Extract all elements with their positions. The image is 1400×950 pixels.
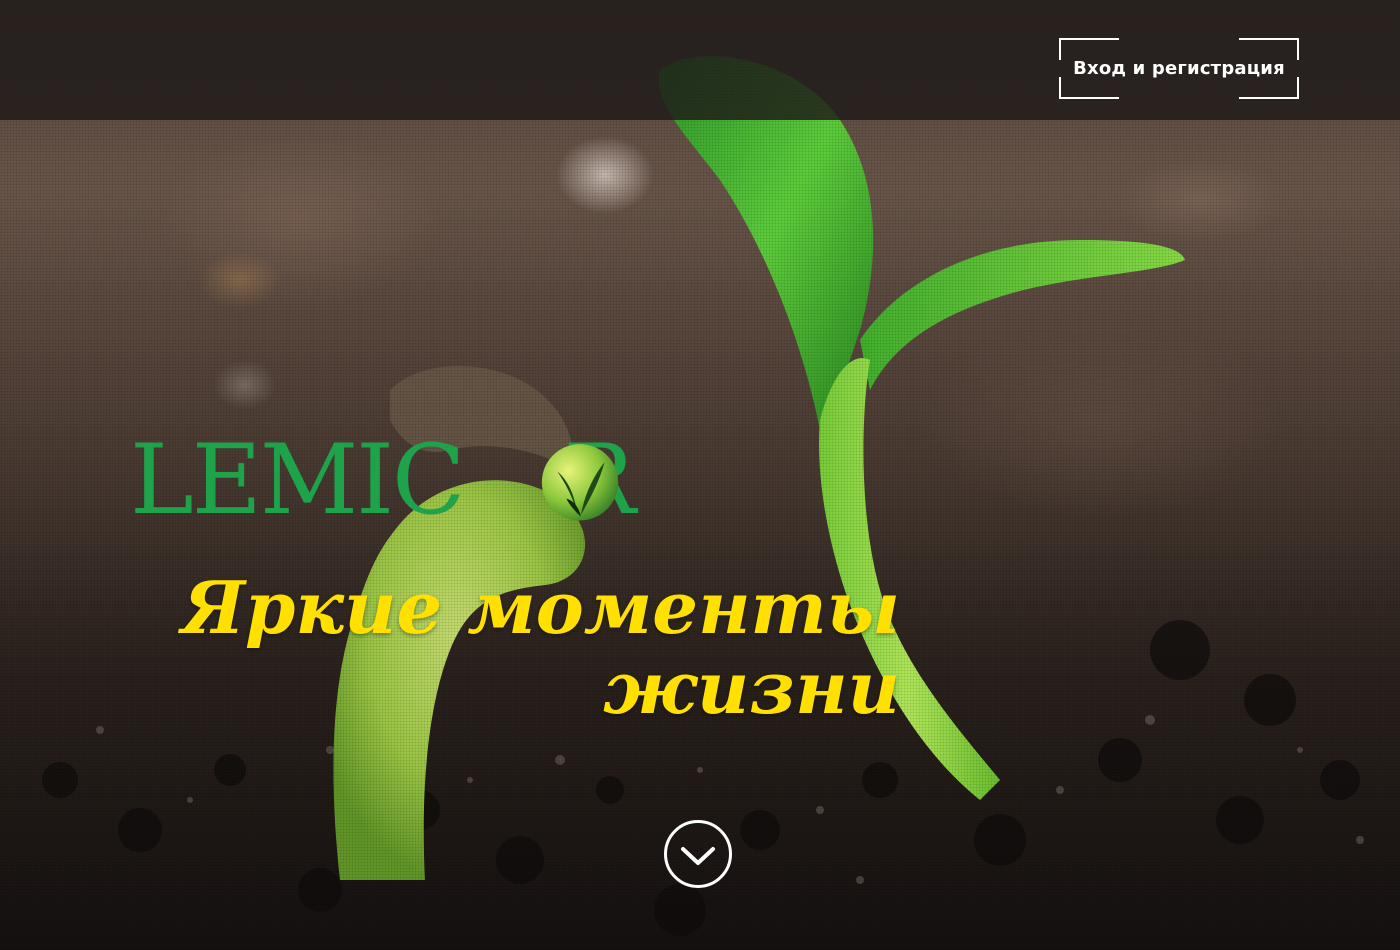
frame-corner xyxy=(1239,38,1299,60)
login-register-label: Вход и регистрация xyxy=(1073,58,1285,79)
scroll-down-button[interactable] xyxy=(664,820,732,888)
frame-corner xyxy=(1059,77,1119,99)
chevron-down-icon xyxy=(681,847,715,865)
slogan-line-2: жизни xyxy=(602,645,900,730)
leaf-emblem-icon xyxy=(541,444,619,521)
landing-page: Вход и регистрация LEMICR Яркие моменты … xyxy=(0,0,1400,950)
logo-text-start: LEMIC xyxy=(130,424,465,536)
slogan-line-1: Яркие моменты xyxy=(181,565,900,650)
frame-corner xyxy=(1059,38,1119,60)
brand-logo: LEMICR xyxy=(130,425,740,535)
hero-slogan: Яркие моменты жизни xyxy=(140,568,900,728)
login-register-button[interactable]: Вход и регистрация xyxy=(1059,38,1299,99)
frame-corner xyxy=(1239,77,1299,99)
